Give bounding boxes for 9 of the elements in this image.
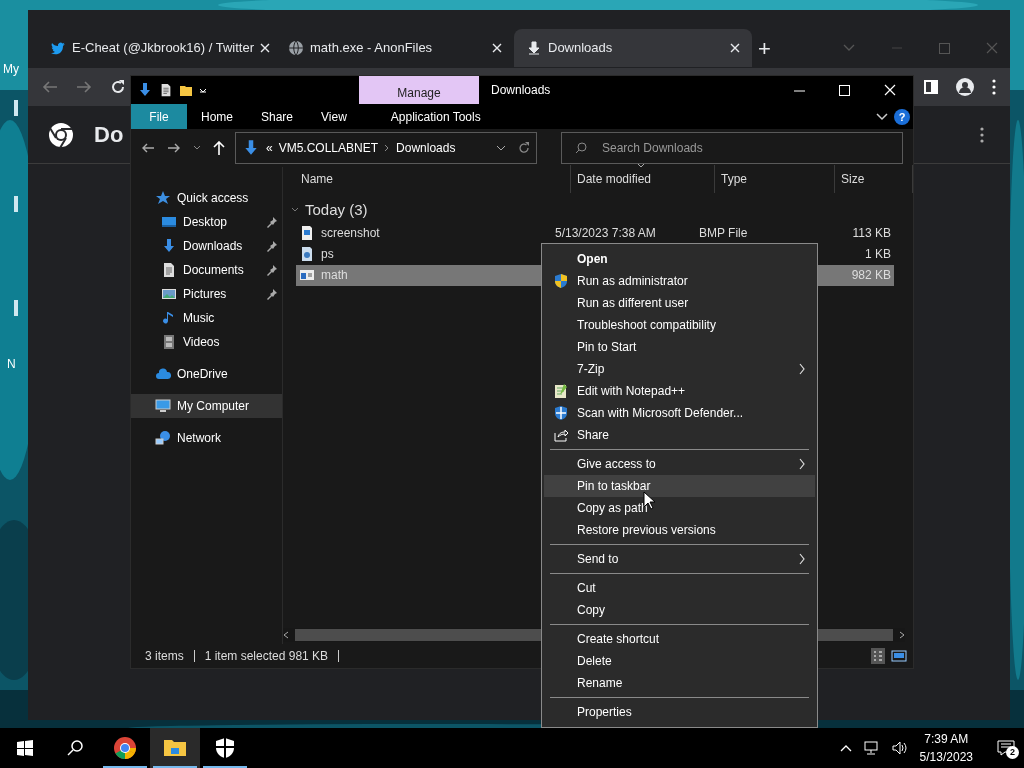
table-cell: 113 KB: [852, 226, 891, 240]
table-cell: BMP File: [699, 226, 748, 240]
window-title: Downloads: [491, 82, 551, 99]
status-text: 1 item selected 981 KB: [204, 648, 329, 665]
page-title: Do: [94, 121, 124, 149]
table-cell: 982 KB: [851, 268, 891, 282]
table-cell: 5/13/2023 7:38 AM: [555, 226, 656, 240]
status-text: 3 items: [145, 648, 184, 665]
table-cell: 1 KB: [865, 247, 891, 261]
